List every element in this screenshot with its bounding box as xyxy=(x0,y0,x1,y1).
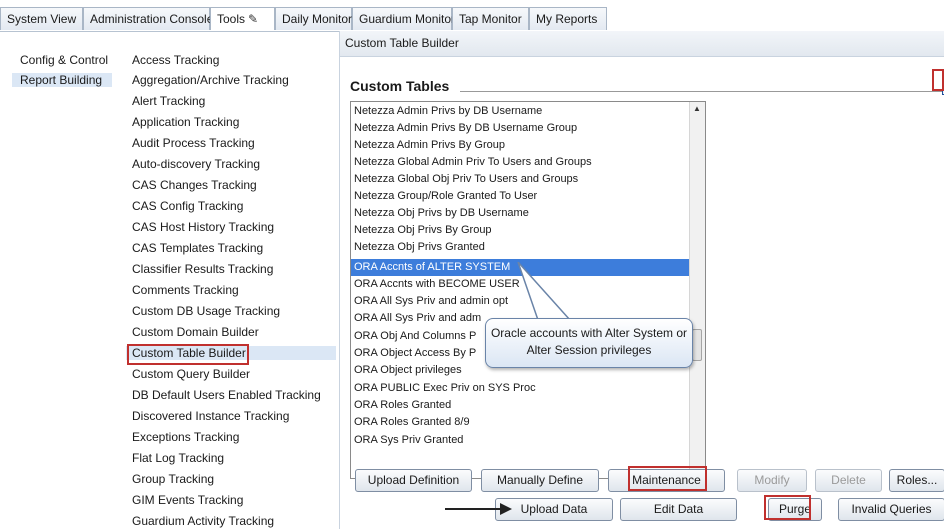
list-item[interactable]: Netezza Obj Privs Granted xyxy=(351,239,691,256)
nav-item-config-control[interactable]: Config & Control xyxy=(20,53,108,67)
top-tab-bar: System View Administration Console Tools… xyxy=(0,0,944,32)
callout-pointer xyxy=(517,262,572,321)
panel-header: Custom Table Builder xyxy=(340,31,944,57)
upload-data-button[interactable]: Upload Data xyxy=(495,498,613,521)
sub-nav-item[interactable]: Application Tracking xyxy=(132,115,239,129)
section-divider xyxy=(460,91,942,92)
sub-nav-item[interactable]: Access Tracking xyxy=(132,53,219,67)
sub-nav-item[interactable]: Group Tracking xyxy=(132,472,214,486)
annotation-callout: Oracle accounts with Alter System or Alt… xyxy=(485,318,693,368)
list-item[interactable]: ORA Sys Priv Granted xyxy=(351,432,691,449)
roles-button[interactable]: Roles... xyxy=(889,469,944,492)
sub-nav-item[interactable]: Guardium Activity Tracking xyxy=(132,514,274,528)
list-item[interactable]: Netezza Admin Privs by DB Username xyxy=(351,103,691,120)
list-item[interactable]: Netezza Admin Privs By Group xyxy=(351,137,691,154)
tab-administration-console[interactable]: Administration Console xyxy=(83,7,214,30)
purge-button[interactable]: Purge xyxy=(768,498,822,521)
list-item[interactable]: ORA Roles Granted xyxy=(351,397,691,414)
sub-nav-item[interactable]: CAS Config Tracking xyxy=(132,199,243,213)
sub-nav: Access Tracking Aggregation/Archive Trac… xyxy=(120,31,336,529)
scroll-up-icon[interactable]: ▲ xyxy=(693,104,701,113)
sub-nav-item[interactable]: Custom Query Builder xyxy=(132,367,250,381)
section-title: Custom Tables xyxy=(350,78,450,94)
sub-nav-item[interactable]: Comments Tracking xyxy=(132,283,239,297)
tab-tools[interactable]: Tools ✎ xyxy=(210,7,275,30)
nav-item-report-building[interactable]: Report Building xyxy=(12,73,112,87)
sub-nav-item[interactable]: Flat Log Tracking xyxy=(132,451,224,465)
list-item[interactable]: Netezza Obj Privs By Group xyxy=(351,222,691,239)
list-item[interactable]: ORA PUBLIC Exec Priv on SYS Proc xyxy=(351,380,691,397)
edit-data-button[interactable]: Edit Data xyxy=(620,498,737,521)
custom-table-builder-panel: Custom Table Builder Custom Tables ? Net… xyxy=(339,31,944,529)
scroll-thumb[interactable] xyxy=(692,329,702,361)
upload-definition-button[interactable]: Upload Definition xyxy=(355,469,472,492)
tab-label: Guardium Monitor xyxy=(359,12,456,26)
sub-nav-item[interactable]: CAS Changes Tracking xyxy=(132,178,257,192)
sub-nav-item[interactable]: DB Default Users Enabled Tracking xyxy=(132,388,321,402)
tab-guardium-monitor[interactable]: Guardium Monitor xyxy=(352,7,456,30)
sub-nav-item[interactable]: Aggregation/Archive Tracking xyxy=(132,73,289,87)
left-nav: Config & Control Report Building xyxy=(0,31,112,529)
tab-my-reports[interactable]: My Reports xyxy=(529,7,607,30)
list-item[interactable]: Netezza Global Admin Priv To Users and G… xyxy=(351,154,691,171)
sub-nav-item[interactable]: GIM Events Tracking xyxy=(132,493,243,507)
delete-button[interactable]: Delete xyxy=(815,469,882,492)
sub-nav-item[interactable]: Alert Tracking xyxy=(132,94,205,108)
sub-nav-item[interactable]: Discovered Instance Tracking xyxy=(132,409,289,423)
list-item[interactable]: Netezza Obj Privs by DB Username xyxy=(351,205,691,222)
sub-nav-item[interactable]: Exceptions Tracking xyxy=(132,430,239,444)
manually-define-button[interactable]: Manually Define xyxy=(481,469,599,492)
sub-nav-item[interactable]: Audit Process Tracking xyxy=(132,136,255,150)
tab-tap-monitor[interactable]: Tap Monitor xyxy=(452,7,529,30)
modify-button[interactable]: Modify xyxy=(737,469,807,492)
list-item[interactable]: Netezza Group/Role Granted To User xyxy=(351,188,691,205)
sub-nav-item[interactable]: CAS Templates Tracking xyxy=(132,241,263,255)
sub-nav-item[interactable]: Auto-discovery Tracking xyxy=(132,157,260,171)
list-scrollbar[interactable]: ▲ ▼ xyxy=(689,102,705,478)
sub-nav-item[interactable]: Classifier Results Tracking xyxy=(132,262,273,276)
tab-label: Administration Console xyxy=(90,12,214,26)
tab-daily-monitor[interactable]: Daily Monitor xyxy=(275,7,352,30)
pencil-icon: ✎ xyxy=(248,12,259,26)
sub-nav-item[interactable]: CAS Host History Tracking xyxy=(132,220,274,234)
annotation-arrow xyxy=(445,508,503,510)
maintenance-button[interactable]: Maintenance xyxy=(608,469,725,492)
invalid-queries-button[interactable]: Invalid Queries xyxy=(838,498,944,521)
tab-label: Tools xyxy=(217,12,246,26)
sub-nav-item[interactable]: Custom DB Usage Tracking xyxy=(132,304,280,318)
list-item[interactable]: ORA Roles Granted 8/9 xyxy=(351,414,691,431)
sub-nav-item[interactable]: Custom Domain Builder xyxy=(132,325,259,339)
tab-label: My Reports xyxy=(536,12,598,26)
tab-label: Tap Monitor xyxy=(459,12,522,26)
tab-label: Daily Monitor xyxy=(282,12,353,26)
arrow-head-icon xyxy=(500,503,512,515)
list-item[interactable]: Netezza Global Obj Priv To Users and Gro… xyxy=(351,171,691,188)
list-item[interactable]: Netezza Admin Privs By DB Username Group xyxy=(351,120,691,137)
tab-system-view[interactable]: System View xyxy=(0,7,83,30)
tab-label: System View xyxy=(7,12,77,26)
sub-nav-item-custom-table-builder[interactable]: Custom Table Builder xyxy=(126,346,336,360)
